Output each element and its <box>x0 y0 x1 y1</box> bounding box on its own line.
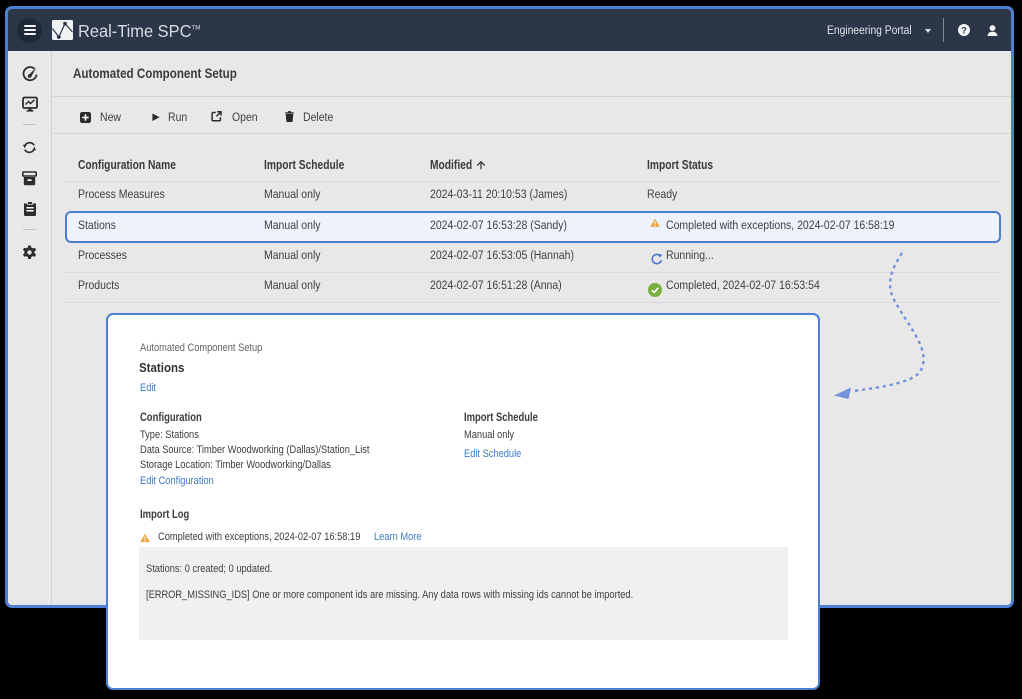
svg-text:?: ? <box>961 25 967 35</box>
